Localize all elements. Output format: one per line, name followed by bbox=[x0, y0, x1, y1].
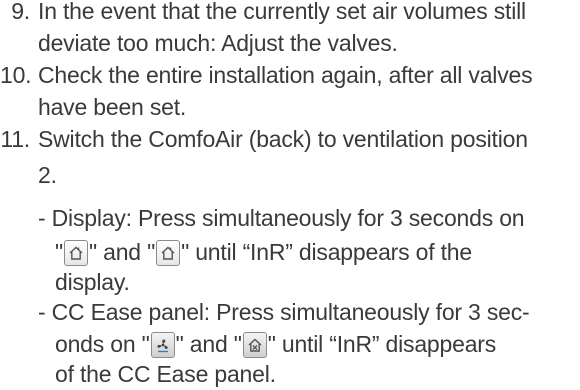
fan-icon bbox=[150, 332, 175, 358]
substep-text: - Display: Press simultaneously for 3 se… bbox=[38, 205, 525, 231]
instruction-page: 9. In the event that the currently set ai… bbox=[0, 0, 580, 387]
panel-substep-line-3: of the CC Ease panel. bbox=[55, 358, 276, 390]
substep-text: of the CC Ease panel. bbox=[55, 361, 276, 387]
step-number: 10. bbox=[0, 62, 32, 88]
step-10-line-2: have been set. bbox=[38, 91, 186, 123]
display-substep-line-1: - Display: Press simultaneously for 3 se… bbox=[38, 202, 525, 234]
quote: " bbox=[55, 239, 63, 265]
home-icon bbox=[63, 240, 88, 266]
substep-text: display. bbox=[55, 269, 130, 295]
substep-text: " and " bbox=[88, 239, 156, 265]
step-text: deviate too much: Adjust the valves. bbox=[38, 30, 398, 56]
panel-substep-line-2: onds on " " and " " until “InR” disappea… bbox=[55, 328, 496, 360]
substep-text: - CC Ease panel: Press simultaneously fo… bbox=[38, 299, 530, 325]
step-text: Switch the ComfoAir (back) to ventilatio… bbox=[38, 126, 528, 152]
step-11-line-2: 2. bbox=[38, 159, 57, 191]
step-10-line-1: 10. Check the entire installation again, … bbox=[0, 59, 533, 91]
panel-substep-line-1: - CC Ease panel: Press simultaneously fo… bbox=[38, 296, 530, 328]
display-substep-line-3: display. bbox=[55, 266, 130, 298]
step-number: 11. bbox=[0, 126, 30, 152]
step-number: 9. bbox=[11, 0, 30, 24]
home-icon bbox=[156, 240, 181, 266]
step-text: 2. bbox=[38, 162, 57, 188]
step-9-line-2: deviate too much: Adjust the valves. bbox=[38, 27, 398, 59]
substep-text: " and " bbox=[175, 331, 242, 357]
step-9-line-1: 9. In the event that the currently set ai… bbox=[0, 0, 526, 27]
substep-text: " until “InR” disappears of the bbox=[181, 239, 472, 265]
step-text: Check the entire installation again, aft… bbox=[38, 62, 533, 88]
step-text: In the event that the currently set air … bbox=[38, 0, 526, 24]
away-icon bbox=[242, 332, 267, 358]
substep-text: onds on " bbox=[55, 331, 150, 357]
substep-text: " until “InR” disappears bbox=[267, 331, 497, 357]
step-11-line-1: 11. Switch the ComfoAir (back) to ventila… bbox=[0, 123, 528, 155]
step-text: have been set. bbox=[38, 94, 187, 120]
display-substep-line-2: " " and " " until “InR” disappears of th… bbox=[55, 236, 472, 268]
